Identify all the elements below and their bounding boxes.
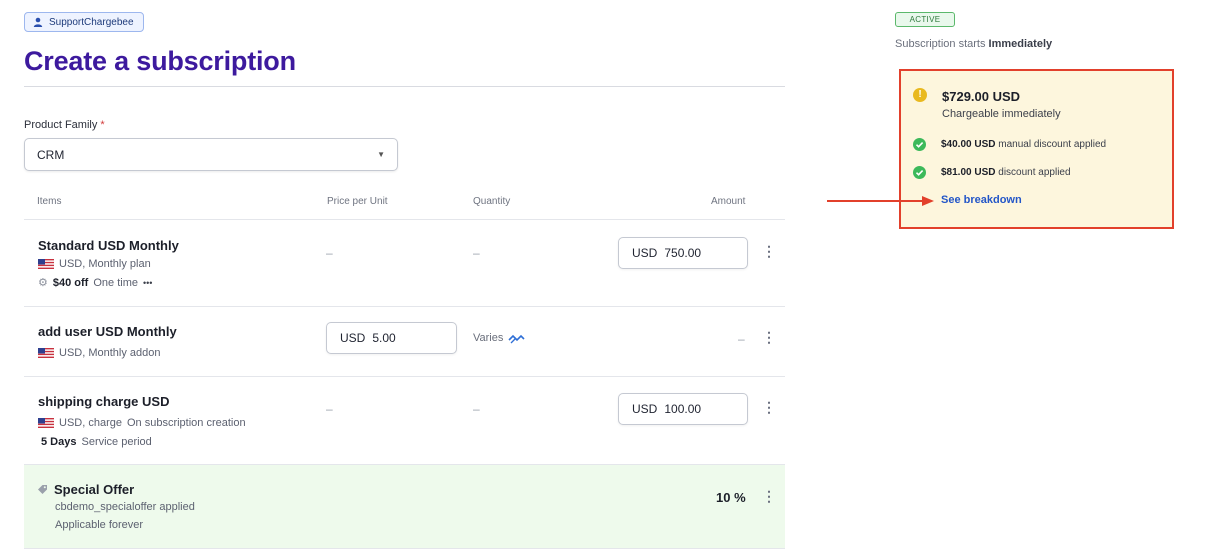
check-circle-icon — [913, 138, 926, 151]
amount-value: 100.00 — [664, 402, 702, 416]
us-flag-icon — [38, 418, 54, 428]
quantity-varies: Varies — [473, 332, 525, 344]
offer-applied: cbdemo_specialoffer applied — [55, 501, 195, 513]
amount-value: 750.00 — [664, 246, 702, 260]
quantity-empty: – — [473, 402, 480, 416]
quantity-text: Varies — [473, 332, 504, 344]
tiered-pricing-icon[interactable] — [508, 333, 525, 344]
amount-input[interactable]: USD 750.00 — [618, 237, 748, 269]
currency-label: USD — [632, 246, 658, 260]
subscription-starts: Subscription starts Immediately — [895, 38, 1052, 50]
amount-input[interactable]: USD 100.00 — [618, 393, 748, 425]
item-sub: USD, Monthly plan — [38, 258, 151, 270]
title-divider — [24, 86, 785, 87]
chargeable-text: Chargeable immediately — [942, 108, 1061, 120]
item-name: shipping charge USD — [38, 394, 170, 409]
service-days: 5 Days — [41, 436, 77, 448]
user-chip[interactable]: SupportChargebee — [24, 12, 144, 32]
user-icon — [33, 17, 43, 27]
discount-amount: $40 off — [52, 276, 89, 289]
user-chip-label: SupportChargebee — [49, 16, 134, 28]
product-family-label: Product Family * — [24, 119, 105, 131]
offer-title: Special Offer — [37, 482, 134, 497]
header-divider — [24, 219, 785, 220]
item-name: Standard USD Monthly — [38, 238, 179, 253]
chevron-down-icon: ▼ — [377, 150, 385, 159]
column-header-price: Price per Unit — [327, 196, 388, 207]
item-name: add user USD Monthly — [38, 324, 177, 339]
item-charge-event: On subscription creation — [126, 417, 246, 429]
column-header-items: Items — [37, 196, 62, 207]
status-badge: ACTIVE — [895, 12, 955, 27]
us-flag-icon — [38, 259, 54, 269]
price-value: 5.00 — [372, 331, 396, 345]
item-sub-text: USD, Monthly plan — [59, 258, 151, 270]
starts-prefix: Subscription starts — [895, 38, 986, 50]
price-empty: – — [326, 402, 333, 416]
total-amount: $729.00 USD — [942, 89, 1021, 104]
annotation-arrow — [827, 196, 934, 206]
row-menu-icon[interactable]: ⋮ — [762, 400, 776, 414]
item-sub-text: USD, charge — [59, 417, 122, 429]
item-discount: ⚙ $40 off One time ••• — [38, 276, 152, 290]
row-divider — [24, 548, 785, 549]
tag-icon — [38, 485, 47, 494]
warning-icon: ! — [913, 88, 927, 102]
page-title: Create a subscription — [24, 46, 296, 76]
product-family-label-text: Product Family — [24, 119, 98, 131]
starts-value: Immediately — [988, 38, 1053, 50]
row-menu-icon[interactable]: ⋮ — [762, 244, 776, 258]
item-sub: USD, Monthly addon — [38, 347, 161, 359]
quantity-empty: – — [473, 246, 480, 260]
discount-type: One time — [93, 276, 138, 289]
offer-name: Special Offer — [54, 482, 135, 497]
discount-line: $40.00 USD manual discount applied — [941, 139, 1106, 150]
row-divider — [24, 306, 785, 307]
column-header-quantity: Quantity — [473, 196, 511, 207]
currency-label: USD — [632, 402, 658, 416]
product-family-value: CRM — [37, 147, 65, 162]
discount-icon: ⚙ — [38, 277, 48, 289]
service-label: Service period — [81, 436, 152, 448]
required-mark: * — [100, 119, 105, 131]
item-sub: USD, charge On subscription creation — [38, 417, 246, 429]
amount-empty: – — [738, 332, 745, 346]
discount-line-amount: $81.00 USD — [941, 167, 996, 178]
discount-line-label: manual discount applied — [998, 139, 1107, 150]
offer-value: 10 % — [716, 490, 746, 505]
row-divider — [24, 376, 785, 377]
price-empty: – — [326, 246, 333, 260]
discount-line-label: discount applied — [998, 167, 1071, 178]
offer-duration: Applicable forever — [55, 519, 144, 531]
more-options-icon[interactable]: ••• — [143, 278, 152, 288]
item-sub-text: USD, Monthly addon — [59, 347, 161, 359]
discount-line-amount: $40.00 USD — [941, 139, 996, 150]
row-menu-icon[interactable]: ⋮ — [762, 330, 776, 344]
product-family-select[interactable]: CRM ▼ — [24, 138, 398, 171]
see-breakdown-link[interactable]: See breakdown — [941, 194, 1022, 206]
currency-label: USD — [340, 331, 366, 345]
price-input[interactable]: USD 5.00 — [326, 322, 457, 354]
column-header-amount: Amount — [711, 196, 746, 207]
row-menu-icon[interactable]: ⋮ — [762, 489, 776, 503]
service-period: 5 Days Service period — [41, 436, 152, 448]
us-flag-icon — [38, 348, 54, 358]
discount-line: $81.00 USD discount applied — [941, 167, 1071, 178]
check-circle-icon — [913, 166, 926, 179]
